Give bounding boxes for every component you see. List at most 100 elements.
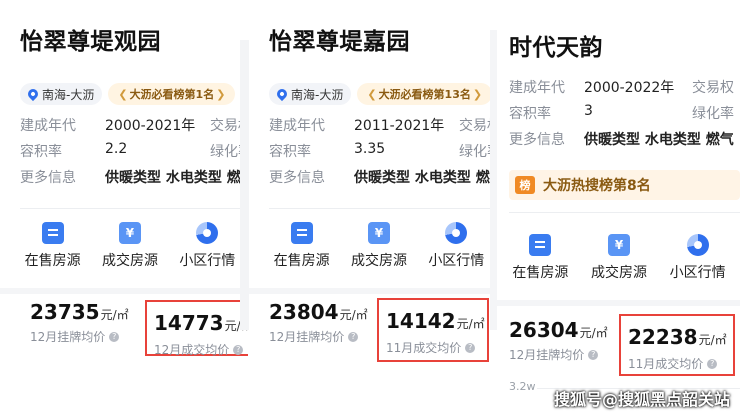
location-tag-label: 南海-大沥 [42,87,95,102]
info-label: 容积率 [20,144,62,160]
info-icon[interactable]: ? [588,349,599,360]
action-label: 在售房源 [24,253,81,269]
pie-chart-icon [686,234,709,256]
info-value: 3.35 [354,141,386,157]
rank-tag[interactable]: ❮ 大沥必看榜第1名 ❯ [108,83,236,105]
list-price-block: 23735元/㎡ 12月挂牌均价? [30,300,129,345]
yen-deal-icon: ¥ [608,234,630,256]
info-icon[interactable]: ? [233,344,244,355]
pie-chart-icon [445,222,468,244]
action-row: 在售房源 ¥ 成交房源 小区行情 [14,222,246,270]
action-label: 小区行情 [669,265,726,281]
rank-tag-label: 大沥必看榜第13名 [378,88,471,101]
location-tag[interactable]: 南海-大沥 [269,83,352,105]
laurel-right-icon: ❯ [472,87,483,101]
hot-search-rank-bar[interactable]: 榜 大沥热搜榜第8名 [509,170,740,200]
rank-tag[interactable]: ❮ 大沥必看榜第13名 ❯ [357,83,493,105]
action-label: 小区行情 [428,253,485,269]
listing-doc-icon [41,222,64,244]
listing-panel-1: 怡翠尊堤观园 南海-大沥 ❮ 大沥必看榜第1名 ❯ 建成年代 2000-2021… [0,0,248,416]
chart-axis-tick: 3.2w [509,380,536,393]
list-price-label: 12月挂牌均价? [30,328,122,345]
list-price: 23735元/㎡ [30,300,129,324]
community-title: 怡翠尊堤嘉园 [269,29,410,55]
info-value: 2000-2022年 [584,80,675,96]
deal-price-label: 11月成交均价? [628,355,718,372]
community-title: 怡翠尊堤观园 [20,29,161,55]
list-price: 23804元/㎡ [269,300,368,324]
sold-button[interactable]: ¥ 成交房源 [580,234,659,282]
list-price: 26304元/㎡ [509,318,608,342]
info-label: 更多信息 [20,170,76,186]
location-tag-label: 南海-大沥 [291,87,344,102]
sold-button[interactable]: ¥ 成交房源 [340,222,417,270]
listing-doc-icon [529,234,552,256]
community-title: 时代天韵 [509,35,603,61]
for-sale-button[interactable]: 在售房源 [14,222,91,270]
action-label: 在售房源 [512,265,569,281]
info-icon[interactable]: ? [109,331,120,342]
deal-price: 14142元/㎡ [386,309,485,333]
deal-price: 14773元/㎡ [154,311,248,335]
location-pin-icon [25,86,41,102]
divider [269,208,495,209]
info-value: 供暖类型 水电类型 燃气 [105,170,248,186]
for-sale-button[interactable]: 在售房源 [501,234,580,282]
action-row: 在售房源 ¥ 成交房源 小区行情 [501,234,737,282]
laurel-left-icon: ❮ [118,87,128,101]
deal-price-highlight: 14773元/㎡ 12月成交均价? [145,300,248,358]
market-trend-button[interactable]: 小区行情 [658,234,737,282]
yen-deal-icon: ¥ [367,222,390,244]
info-label-2: 绿化率 [692,106,734,122]
yen-deal-icon: ¥ [118,222,141,244]
action-label: 在售房源 [273,253,330,269]
sold-button[interactable]: ¥ 成交房源 [91,222,168,270]
hot-search-rank-label: 大沥热搜榜第8名 [543,178,651,194]
info-icon[interactable]: ? [707,358,718,369]
list-price-label: 12月挂牌均价? [269,328,361,345]
rank-badge-icon: 榜 [515,176,535,194]
info-label: 容积率 [269,144,311,160]
deal-price-label: 12月成交均价? [154,341,244,358]
market-trend-button[interactable]: 小区行情 [169,222,246,270]
divider [20,208,248,209]
location-pin-icon [274,86,290,102]
section-divider [0,288,248,294]
section-divider [497,300,740,306]
info-value: 3 [584,103,593,119]
action-label: 小区行情 [179,253,236,269]
listing-doc-icon [290,222,313,244]
divider [509,212,740,213]
deal-price-highlight: 22238元/㎡ 11月成交均价? [619,314,735,376]
listing-panel-3: 时代天韵 建成年代 2000-2022年 交易权 容积率 3 绿化率 更多信息 … [497,10,740,416]
action-label: 成交房源 [591,265,647,281]
market-trend-button[interactable]: 小区行情 [418,222,495,270]
deal-price-highlight: 14142元/㎡ 11月成交均价? [377,298,489,362]
tag-row: 南海-大沥 ❮ 大沥必看榜第13名 ❯ [269,83,493,105]
action-label: 成交房源 [350,253,407,269]
info-label: 更多信息 [269,170,325,186]
laurel-right-icon: ❯ [216,87,226,101]
info-icon[interactable]: ? [465,342,476,353]
info-label: 容积率 [509,106,551,122]
info-value: 2011-2021年 [354,118,445,134]
for-sale-button[interactable]: 在售房源 [263,222,340,270]
deal-price-label: 11月成交均价? [386,339,476,356]
deal-price: 22238元/㎡ [628,325,727,349]
list-price-label: 12月挂牌均价? [509,346,601,363]
info-label: 建成年代 [269,118,325,134]
info-label: 更多信息 [509,132,565,148]
panel-gap [240,40,249,330]
location-tag[interactable]: 南海-大沥 [20,83,103,105]
pie-chart-icon [196,222,219,244]
info-icon[interactable]: ? [348,331,359,342]
listing-panel-2: 怡翠尊堤嘉园 南海-大沥 ❮ 大沥必看榜第13名 ❯ 建成年代 2011-202… [249,0,495,416]
watermark: 搜狐号@搜狐黑点韶关站 [553,390,730,409]
info-label-2: 交易权 [692,80,734,96]
action-label: 成交房源 [101,253,158,269]
list-price-block: 23804元/㎡ 12月挂牌均价? [269,300,368,345]
info-value: 2000-2021年 [105,118,196,134]
info-label: 建成年代 [509,80,565,96]
info-value: 供暖类型 水电类型 燃气 [354,170,495,186]
tag-row: 南海-大沥 ❮ 大沥必看榜第1名 ❯ [20,83,236,105]
